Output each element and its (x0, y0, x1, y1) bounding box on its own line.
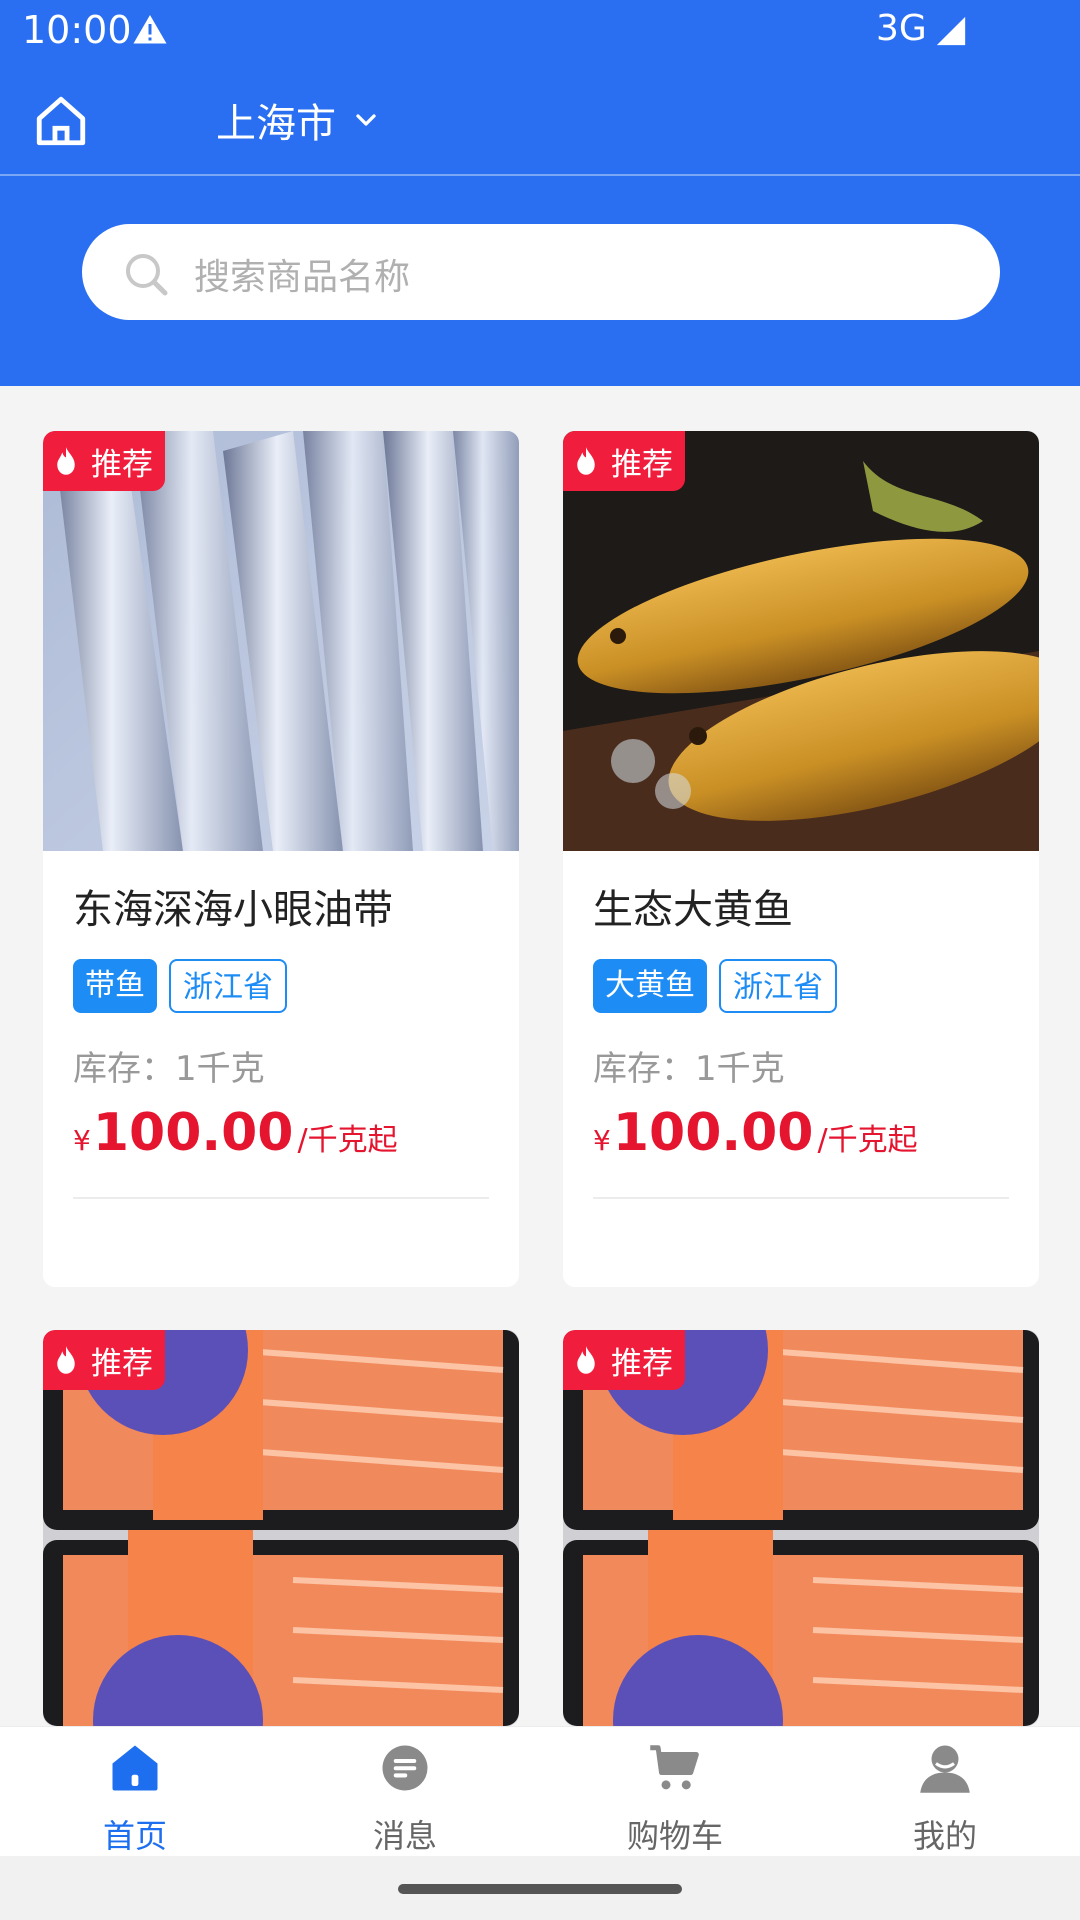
category-tag: 带鱼 (73, 959, 157, 1013)
stock-info: 库存：1千克 (73, 1049, 265, 1089)
chevron-down-icon (356, 114, 376, 126)
product-card[interactable]: 推荐 生态大黄鱼 大黄鱼 浙江省 库存：1千克 ¥ 100.00 /千克起 (563, 431, 1039, 1287)
flame-icon (57, 447, 75, 475)
price-unit: /千克起 (817, 1123, 918, 1158)
search-placeholder: 搜索商品名称 (194, 257, 411, 298)
product-tags: 大黄鱼 浙江省 (593, 959, 837, 1013)
network-type: 3G (876, 8, 927, 49)
currency-symbol: ¥ (593, 1124, 611, 1157)
recommended-badge: 推荐 (43, 1330, 165, 1390)
origin-tag: 浙江省 (719, 959, 837, 1013)
message-icon (382, 1745, 428, 1791)
tab-messages[interactable]: 消息 (270, 1727, 540, 1857)
product-card[interactable]: 推荐 (563, 1330, 1039, 1726)
tab-label: 购物车 (626, 1817, 723, 1855)
app-header: 上海市 (0, 64, 1080, 176)
recommended-badge: 推荐 (563, 1330, 685, 1390)
home-tab-icon (112, 1745, 158, 1791)
tab-label: 消息 (372, 1817, 437, 1855)
product-card[interactable]: 推荐 东海深海小眼油带 带鱼 浙江省 库存：1千克 ¥ 100.00 /千克起 (43, 431, 519, 1287)
badge-label: 推荐 (611, 1345, 673, 1382)
price-value: 100.00 (612, 1103, 814, 1163)
product-title: 东海深海小眼油带 (73, 887, 393, 933)
origin-tag: 浙江省 (169, 959, 287, 1013)
tab-home[interactable]: 首页 (0, 1727, 270, 1857)
recommended-badge: 推荐 (563, 431, 685, 491)
search-area: 搜索商品名称 (0, 176, 1080, 386)
search-input[interactable]: 搜索商品名称 (82, 224, 1000, 320)
stock-info: 库存：1千克 (593, 1049, 785, 1089)
signal-icon (936, 16, 966, 46)
home-indicator[interactable] (398, 1884, 682, 1894)
city-selector[interactable]: 上海市 (216, 90, 382, 150)
tab-label: 我的 (912, 1817, 977, 1855)
price-row: ¥ 100.00 /千克起 (593, 1103, 918, 1163)
bottom-tab-bar: 首页 消息 购物车 我的 (0, 1726, 1080, 1857)
recommended-badge: 推荐 (43, 431, 165, 491)
product-title: 生态大黄鱼 (593, 887, 793, 933)
tab-cart[interactable]: 购物车 (540, 1727, 810, 1857)
status-time: 10:00 (22, 8, 132, 52)
badge-label: 推荐 (91, 1345, 153, 1382)
city-label: 上海市 (216, 101, 336, 147)
search-icon (126, 254, 168, 296)
tab-profile[interactable]: 我的 (810, 1727, 1080, 1857)
belt-fish-image (43, 431, 519, 851)
yellow-croaker-image (563, 431, 1039, 851)
system-nav-bar (0, 1856, 1080, 1920)
price-row: ¥ 100.00 /千克起 (73, 1103, 398, 1163)
flame-icon (577, 447, 595, 475)
price-value: 100.00 (92, 1103, 294, 1163)
card-divider (73, 1197, 489, 1199)
home-icon[interactable] (32, 92, 90, 150)
card-divider (593, 1197, 1009, 1199)
badge-label: 推荐 (611, 446, 673, 483)
badge-label: 推荐 (91, 446, 153, 483)
price-unit: /千克起 (297, 1123, 398, 1158)
currency-symbol: ¥ (73, 1124, 91, 1157)
product-card[interactable]: 推荐 (43, 1330, 519, 1726)
status-bar: 10:00 3G (0, 0, 1080, 64)
flame-icon (57, 1346, 75, 1374)
profile-icon (920, 1745, 970, 1793)
flame-icon (577, 1346, 595, 1374)
cart-icon (650, 1745, 699, 1790)
product-tags: 带鱼 浙江省 (73, 959, 287, 1013)
warning-icon (133, 15, 167, 44)
tab-label: 首页 (102, 1817, 167, 1855)
category-tag: 大黄鱼 (593, 959, 707, 1013)
